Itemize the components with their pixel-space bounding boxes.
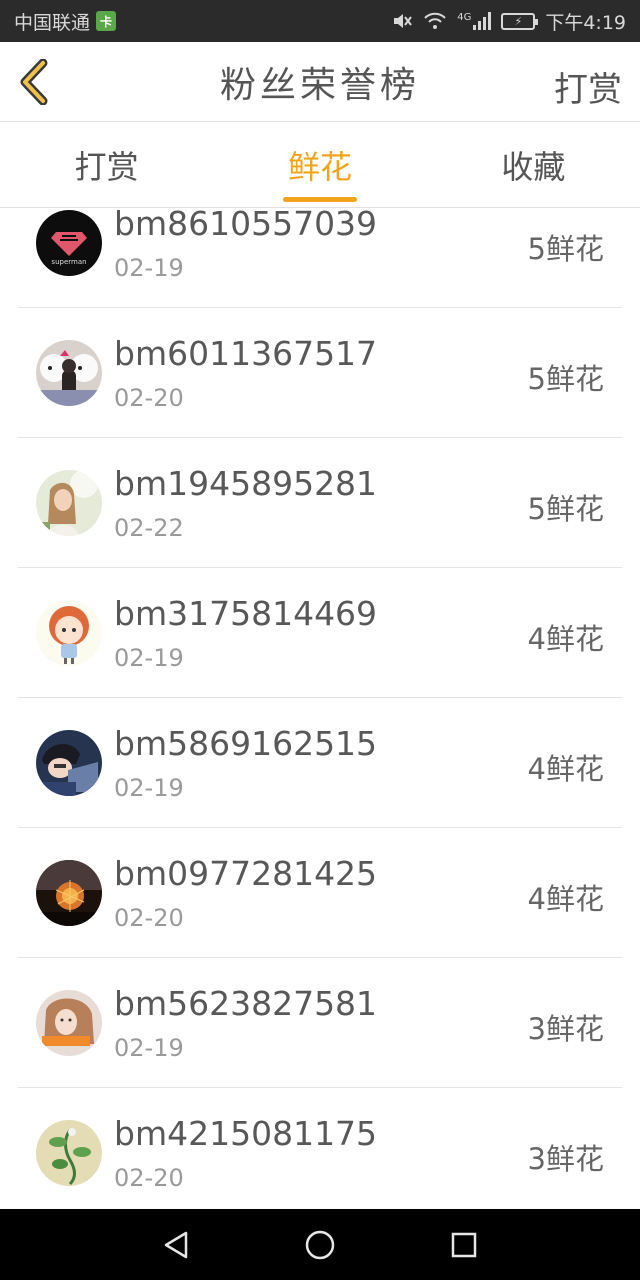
dandelion-sunset-avatar <box>36 860 102 926</box>
tab-bar: 打赏 鲜花 收藏 <box>0 122 640 208</box>
username: bm5869162515 <box>114 724 378 763</box>
gift-date: 02-20 <box>114 1164 184 1192</box>
fan-list-inner: superman bm8610557039 02-19 5鲜花 bm601136… <box>0 208 640 1209</box>
triangle-back-icon <box>164 1231 188 1258</box>
wifi-icon <box>423 12 447 30</box>
status-right: 4G ⚡ 下午4:19 <box>391 8 626 35</box>
flower-count: 5鲜花 <box>527 362 604 396</box>
flower-count: 5鲜花 <box>527 492 604 526</box>
gift-date: 02-19 <box>114 774 184 802</box>
list-item[interactable]: bm5623827581 02-19 3鲜花 <box>18 958 622 1088</box>
anime-boy-avatar <box>36 730 102 796</box>
flower-count: 4鲜花 <box>527 882 604 916</box>
list-item[interactable]: bm0977281425 02-20 4鲜花 <box>18 828 622 958</box>
status-left: 中国联通 卡 <box>14 8 117 35</box>
gift-date: 02-20 <box>114 384 184 412</box>
list-item[interactable]: bm4215081175 02-20 3鲜花 <box>18 1088 622 1209</box>
superman-logo-avatar: superman <box>36 210 102 276</box>
flower-count: 3鲜花 <box>527 1012 604 1046</box>
gift-date: 02-19 <box>114 644 184 672</box>
nav-back-button[interactable] <box>156 1225 196 1265</box>
battery-icon: ⚡ <box>501 12 539 30</box>
system-nav-bar <box>0 1209 640 1280</box>
svg-text:superman: superman <box>51 258 86 266</box>
list-item[interactable]: bm5869162515 02-19 4鲜花 <box>18 698 622 828</box>
square-recents-icon <box>451 1232 477 1257</box>
fan-list[interactable]: superman bm8610557039 02-19 5鲜花 bm601136… <box>0 208 640 1209</box>
chevron-left-icon <box>20 59 48 105</box>
nav-recents-button[interactable] <box>444 1225 484 1265</box>
gift-date: 02-20 <box>114 904 184 932</box>
gift-date: 02-19 <box>114 254 184 282</box>
nav-home-button[interactable] <box>300 1225 340 1265</box>
title-bar: 粉丝荣誉榜 打赏 <box>0 42 640 122</box>
status-bar: 中国联通 卡 4G ⚡ 下午4:19 <box>0 0 640 42</box>
girl-portrait-avatar <box>36 990 102 1056</box>
circle-home-icon <box>305 1230 335 1259</box>
mute-icon <box>391 11 413 31</box>
gift-date: 02-19 <box>114 1034 184 1062</box>
username: bm4215081175 <box>114 1114 378 1153</box>
tab-reward[interactable]: 打赏 <box>0 122 213 207</box>
flower-count: 5鲜花 <box>527 232 604 266</box>
cell-signal-icon: 4G <box>457 12 492 30</box>
flower-count: 4鲜花 <box>527 752 604 786</box>
hello-kitty-avatar <box>36 340 102 406</box>
username: bm0977281425 <box>114 854 378 893</box>
username: bm6011367517 <box>114 334 378 373</box>
list-item[interactable]: bm1945895281 02-22 5鲜花 <box>18 438 622 568</box>
status-time: 下午4:19 <box>545 11 626 34</box>
back-button[interactable] <box>14 56 54 108</box>
cartoon-girl-avatar <box>36 600 102 666</box>
username: bm3175814469 <box>114 594 378 633</box>
username: bm1945895281 <box>114 464 378 503</box>
username: bm8610557039 <box>114 208 378 243</box>
carrier-name: 中国联通 <box>14 11 91 34</box>
reward-button[interactable]: 打赏 <box>554 62 622 111</box>
list-item[interactable]: bm3175814469 02-19 4鲜花 <box>18 568 622 698</box>
tab-favorites[interactable]: 收藏 <box>427 122 640 207</box>
list-item[interactable]: bm6011367517 02-20 5鲜花 <box>18 308 622 438</box>
page-title: 粉丝荣誉榜 <box>219 64 420 106</box>
sim-badge-icon: 卡 <box>96 11 117 31</box>
green-plant-drawing-avatar <box>36 1120 102 1186</box>
network-type: 4G <box>457 12 472 23</box>
flower-count: 3鲜花 <box>527 1142 604 1176</box>
username: bm5623827581 <box>114 984 378 1023</box>
gift-date: 02-22 <box>114 514 184 542</box>
flower-count: 4鲜花 <box>527 622 604 656</box>
girl-photo-avatar <box>36 470 102 536</box>
list-item[interactable]: superman bm8610557039 02-19 5鲜花 <box>18 208 622 308</box>
tab-flowers[interactable]: 鲜花 <box>213 122 426 207</box>
